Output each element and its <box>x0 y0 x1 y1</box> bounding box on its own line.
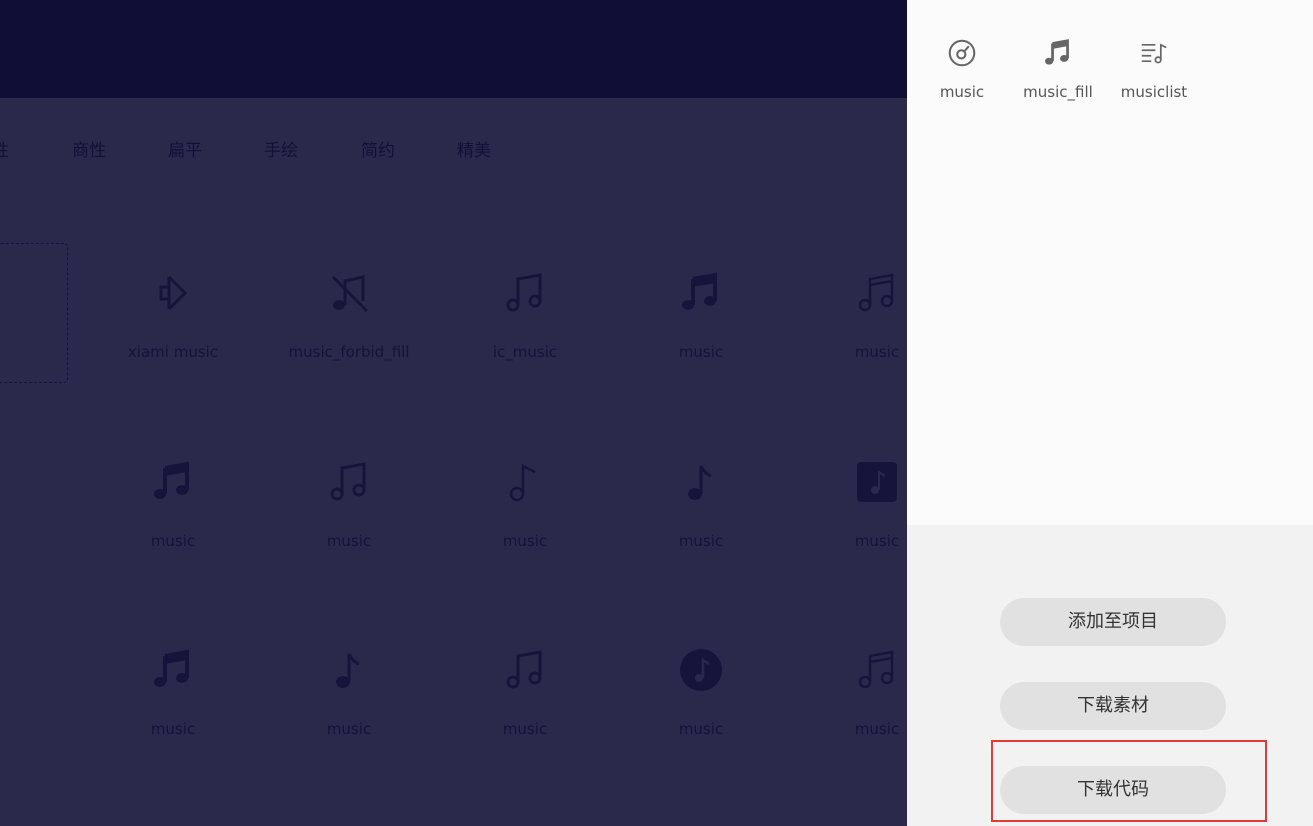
icon-card[interactable]: clist <box>0 243 68 383</box>
style-tab[interactable]: 简约 <box>361 136 395 161</box>
icon-card[interactable]: music <box>613 432 789 572</box>
double-note-outline-icon <box>327 460 371 504</box>
note-circle-icon <box>679 648 723 692</box>
double-note-fill-icon <box>151 648 195 692</box>
icon-card[interactable]: sic <box>0 432 68 572</box>
selected-icons-list: music music_fill musiclist <box>907 0 1313 525</box>
icon-card-label: sic <box>0 720 68 738</box>
double-note-fill-icon <box>679 271 723 315</box>
icon-card-label: music <box>854 532 900 550</box>
style-tab[interactable]: 商性 <box>72 136 106 161</box>
icon-card[interactable]: music <box>437 432 613 572</box>
icon-card[interactable]: music <box>789 243 907 383</box>
add-to-project-button[interactable]: 添加至项目 <box>1000 598 1226 646</box>
icon-card[interactable]: music <box>261 620 437 760</box>
icon-card[interactable]: music <box>613 243 789 383</box>
icon-card-label: music <box>854 343 900 361</box>
icon-card-label: music <box>678 532 724 550</box>
selected-icon-label: music <box>939 83 985 101</box>
icon-card[interactable]: sic <box>0 620 68 760</box>
icon-card-label: music_forbid_fill <box>288 343 410 361</box>
double-note-outline-icon <box>503 648 547 692</box>
icon-card[interactable]: music <box>437 620 613 760</box>
double-note-thin-icon <box>855 648 899 692</box>
double-note-fill-icon <box>151 460 195 504</box>
icon-card-label: music <box>502 532 548 550</box>
musiclist-icon <box>1139 36 1169 70</box>
icon-card-label: clist <box>0 344 67 362</box>
double-note-outline-icon <box>503 271 547 315</box>
style-tab[interactable]: 扁平 <box>168 136 202 161</box>
selected-icon-label: music_fill <box>1023 83 1093 101</box>
icon-card[interactable]: ic_music <box>437 243 613 383</box>
highlight-box <box>991 740 1267 822</box>
icon-card[interactable]: music <box>613 620 789 760</box>
icon-card[interactable]: music <box>85 620 261 760</box>
icon-card[interactable]: music <box>789 432 907 572</box>
single-note-fill-icon <box>327 648 371 692</box>
note-square-icon <box>855 460 899 504</box>
icon-card-label: xiami music <box>127 343 219 361</box>
selected-icon-item[interactable]: musiclist <box>1106 28 1202 118</box>
double-note-thin-icon <box>855 271 899 315</box>
icon-card-label: music <box>326 720 372 738</box>
icon-card-label: music <box>150 532 196 550</box>
double-note-fill-icon <box>1043 36 1073 70</box>
icon-card[interactable]: music_forbid_fill <box>261 243 437 383</box>
icon-card-label: sic <box>0 532 68 550</box>
icon-card-label: ic_music <box>492 343 558 361</box>
selected-icon-label: musiclist <box>1120 83 1188 101</box>
download-assets-button[interactable]: 下载素材 <box>1000 682 1226 730</box>
style-tab[interactable]: 性 <box>0 136 9 161</box>
single-note-fill-icon <box>679 460 723 504</box>
site-header <box>0 0 907 98</box>
style-tab[interactable]: 手绘 <box>264 136 298 161</box>
double-note-fill-icon <box>0 648 2 692</box>
selected-icon-item[interactable]: music <box>914 28 1010 118</box>
icon-card[interactable]: music <box>261 432 437 572</box>
disc-icon <box>947 36 977 70</box>
icon-card-label: music <box>150 720 196 738</box>
icon-card-label: music <box>326 532 372 550</box>
icon-card-label: music <box>678 343 724 361</box>
double-note-fill-icon <box>0 460 2 504</box>
selected-icon-item[interactable]: music_fill <box>1010 28 1106 118</box>
icon-card[interactable]: music <box>789 620 907 760</box>
icon-card[interactable]: xiami music <box>85 243 261 383</box>
style-tab[interactable]: 精美 <box>457 136 491 161</box>
icon-card-label: music <box>678 720 724 738</box>
icon-card[interactable]: music <box>85 432 261 572</box>
selected-icons-drawer: music music_fill musiclist 添加至项目 下载素材 下载… <box>907 0 1313 826</box>
music-forbid-fill-icon <box>327 271 371 315</box>
icon-card-label: music <box>502 720 548 738</box>
icon-card-label: music <box>854 720 900 738</box>
xiami-music-icon <box>151 271 195 315</box>
single-note-outline-icon <box>503 460 547 504</box>
background-page: 性 商性 扁平 手绘 简约 精美 clist xiami music music_forb… <box>0 0 907 826</box>
musiclist-icon <box>0 272 3 316</box>
style-tabs: 性 商性 扁平 手绘 简约 精美 <box>0 128 907 168</box>
